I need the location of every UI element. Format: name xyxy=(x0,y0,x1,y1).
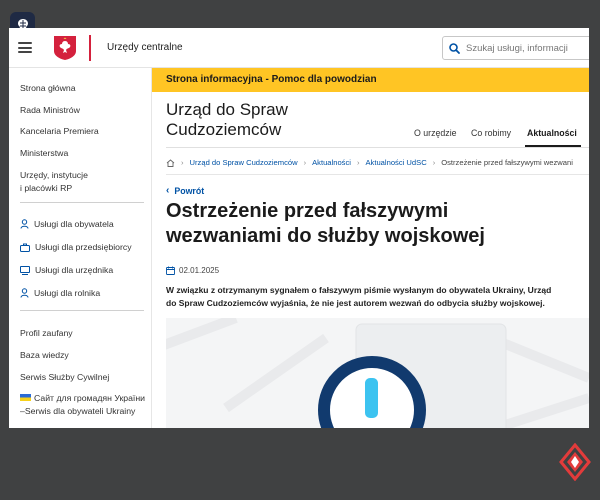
sidebar-item-official-services[interactable]: Usługi dla urzędnika xyxy=(20,265,113,275)
sidebar-item-institutions-line2: i placówki RP xyxy=(20,183,73,193)
article-title-line2: wezwaniami do służby wojskowej xyxy=(166,225,485,247)
polish-emblem-icon[interactable] xyxy=(53,35,77,61)
header-divider xyxy=(89,35,91,61)
sidebar-item-trusted-profile[interactable]: Profil zaufany xyxy=(20,327,73,340)
article-title-line1: Ostrzeżenie przed fałszywymi xyxy=(166,200,449,222)
breadcrumb-divider xyxy=(166,174,589,175)
article-date-value: 02.01.2025 xyxy=(179,266,220,275)
official-services-label: Usługi dla urzędnika xyxy=(35,265,114,275)
search-input[interactable] xyxy=(466,42,576,54)
article-date: 02.01.2025 xyxy=(166,266,219,275)
nav-news[interactable]: Aktualności xyxy=(527,128,577,138)
breadcrumb-news-udsc[interactable]: Aktualności UdSC xyxy=(365,158,426,167)
sidebar-item-knowledge-base[interactable]: Baza wiedzy xyxy=(20,349,69,362)
breadcrumb-agency[interactable]: Urząd do Spraw Cudzoziemców xyxy=(190,158,298,167)
article-title: Ostrzeżenie przed fałszywymi wezwaniami … xyxy=(166,199,576,249)
flood-help-banner[interactable]: Strona informacyjna - Pomoc dla powodzia… xyxy=(152,68,589,92)
article-hero-image xyxy=(166,318,589,428)
ukraine-site-line2: –Serwis dla obywateli Ukrainy xyxy=(20,406,136,416)
nav-about[interactable]: O urzędzie xyxy=(414,128,457,138)
article-lead-line1: W związku z otrzymanym sygnałem o fałszy… xyxy=(166,285,552,295)
chevron-right-icon: › xyxy=(432,158,436,167)
calendar-icon xyxy=(166,266,175,275)
sidebar-item-business-services[interactable]: Usługi dla przedsiębiorcy xyxy=(20,242,132,252)
sidebar-item-institutions-line1: Urzędy, instytucje xyxy=(20,170,88,180)
agency-title-line2: Cudzoziemców xyxy=(166,120,282,139)
sidebar-item-citizen-services[interactable]: Usługi dla obywatela xyxy=(20,219,114,229)
menu-icon[interactable] xyxy=(18,42,32,53)
article-lead-line2: do Spraw Cudzoziemców wyjaśnia, że nie j… xyxy=(166,297,545,308)
sidebar-item-farmer-services[interactable]: Usługi dla rolnika xyxy=(20,288,100,298)
breadcrumb-news[interactable]: Aktualności xyxy=(312,158,351,167)
back-label: Powrót xyxy=(174,185,205,196)
top-header: Urzędy centralne xyxy=(9,28,589,68)
search-box[interactable] xyxy=(442,36,589,60)
breadcrumb: › Urząd do Spraw Cudzoziemców › Aktualno… xyxy=(166,158,573,167)
business-services-label: Usługi dla przedsiębiorcy xyxy=(35,242,132,252)
browser-viewport: Urzędy centralne Strona główna Rada Mini… xyxy=(9,28,589,428)
nav-what-we-do[interactable]: Co robimy xyxy=(471,128,511,138)
central-offices-link[interactable]: Urzędy centralne xyxy=(107,42,183,53)
sidebar-item-ministries[interactable]: Ministerstwa xyxy=(20,147,68,160)
ukraine-flag-icon xyxy=(20,394,31,401)
breadcrumb-current: Ostrzeżenie przed fałszywymi wezwani xyxy=(441,158,573,167)
farmer-services-label: Usługi dla rolnika xyxy=(34,288,101,298)
home-icon[interactable] xyxy=(166,158,175,167)
agency-title-line1: Urząd do Spraw xyxy=(166,100,288,119)
warning-illustration xyxy=(166,318,589,428)
sidebar-item-civil-service[interactable]: Serwis Służby Cywilnej xyxy=(20,371,109,384)
sidebar: Strona główna Rada Ministrów Kancelaria … xyxy=(9,68,152,428)
ukraine-site-line1: Сайт для громадян України xyxy=(20,392,145,405)
sidebar-divider xyxy=(20,202,144,203)
sidebar-item-ukraine-site[interactable]: Сайт для громадян України –Serwis dla ob… xyxy=(20,392,145,418)
desk-icon xyxy=(20,265,30,275)
nav-divider xyxy=(166,147,589,148)
briefcase-icon xyxy=(20,243,30,252)
search-icon xyxy=(449,42,460,54)
ukraine-site-label: Сайт для громадян України xyxy=(34,393,145,403)
sidebar-item-institutions[interactable]: Urzędy, instytucje i placówki RP xyxy=(20,169,88,195)
person-icon xyxy=(20,288,29,298)
chevron-right-icon: › xyxy=(356,158,360,167)
sidebar-item-chancellery[interactable]: Kancelaria Premiera xyxy=(20,125,99,138)
chevron-left-icon: ‹ xyxy=(166,185,170,196)
corner-logo-icon xyxy=(559,442,591,482)
chevron-right-icon: › xyxy=(303,158,307,167)
agency-title[interactable]: Urząd do Spraw Cudzoziemców xyxy=(166,100,288,140)
person-icon xyxy=(20,219,29,229)
citizen-services-label: Usługi dla obywatela xyxy=(34,219,114,229)
sidebar-item-council-of-ministers[interactable]: Rada Ministrów xyxy=(20,104,80,117)
chevron-right-icon: › xyxy=(181,158,184,167)
article-lead: W związku z otrzymanym sygnałem o fałszy… xyxy=(166,284,584,309)
sidebar-divider xyxy=(20,310,144,311)
sidebar-item-home[interactable]: Strona główna xyxy=(20,82,76,95)
back-link[interactable]: ‹ Powrót xyxy=(166,185,204,196)
